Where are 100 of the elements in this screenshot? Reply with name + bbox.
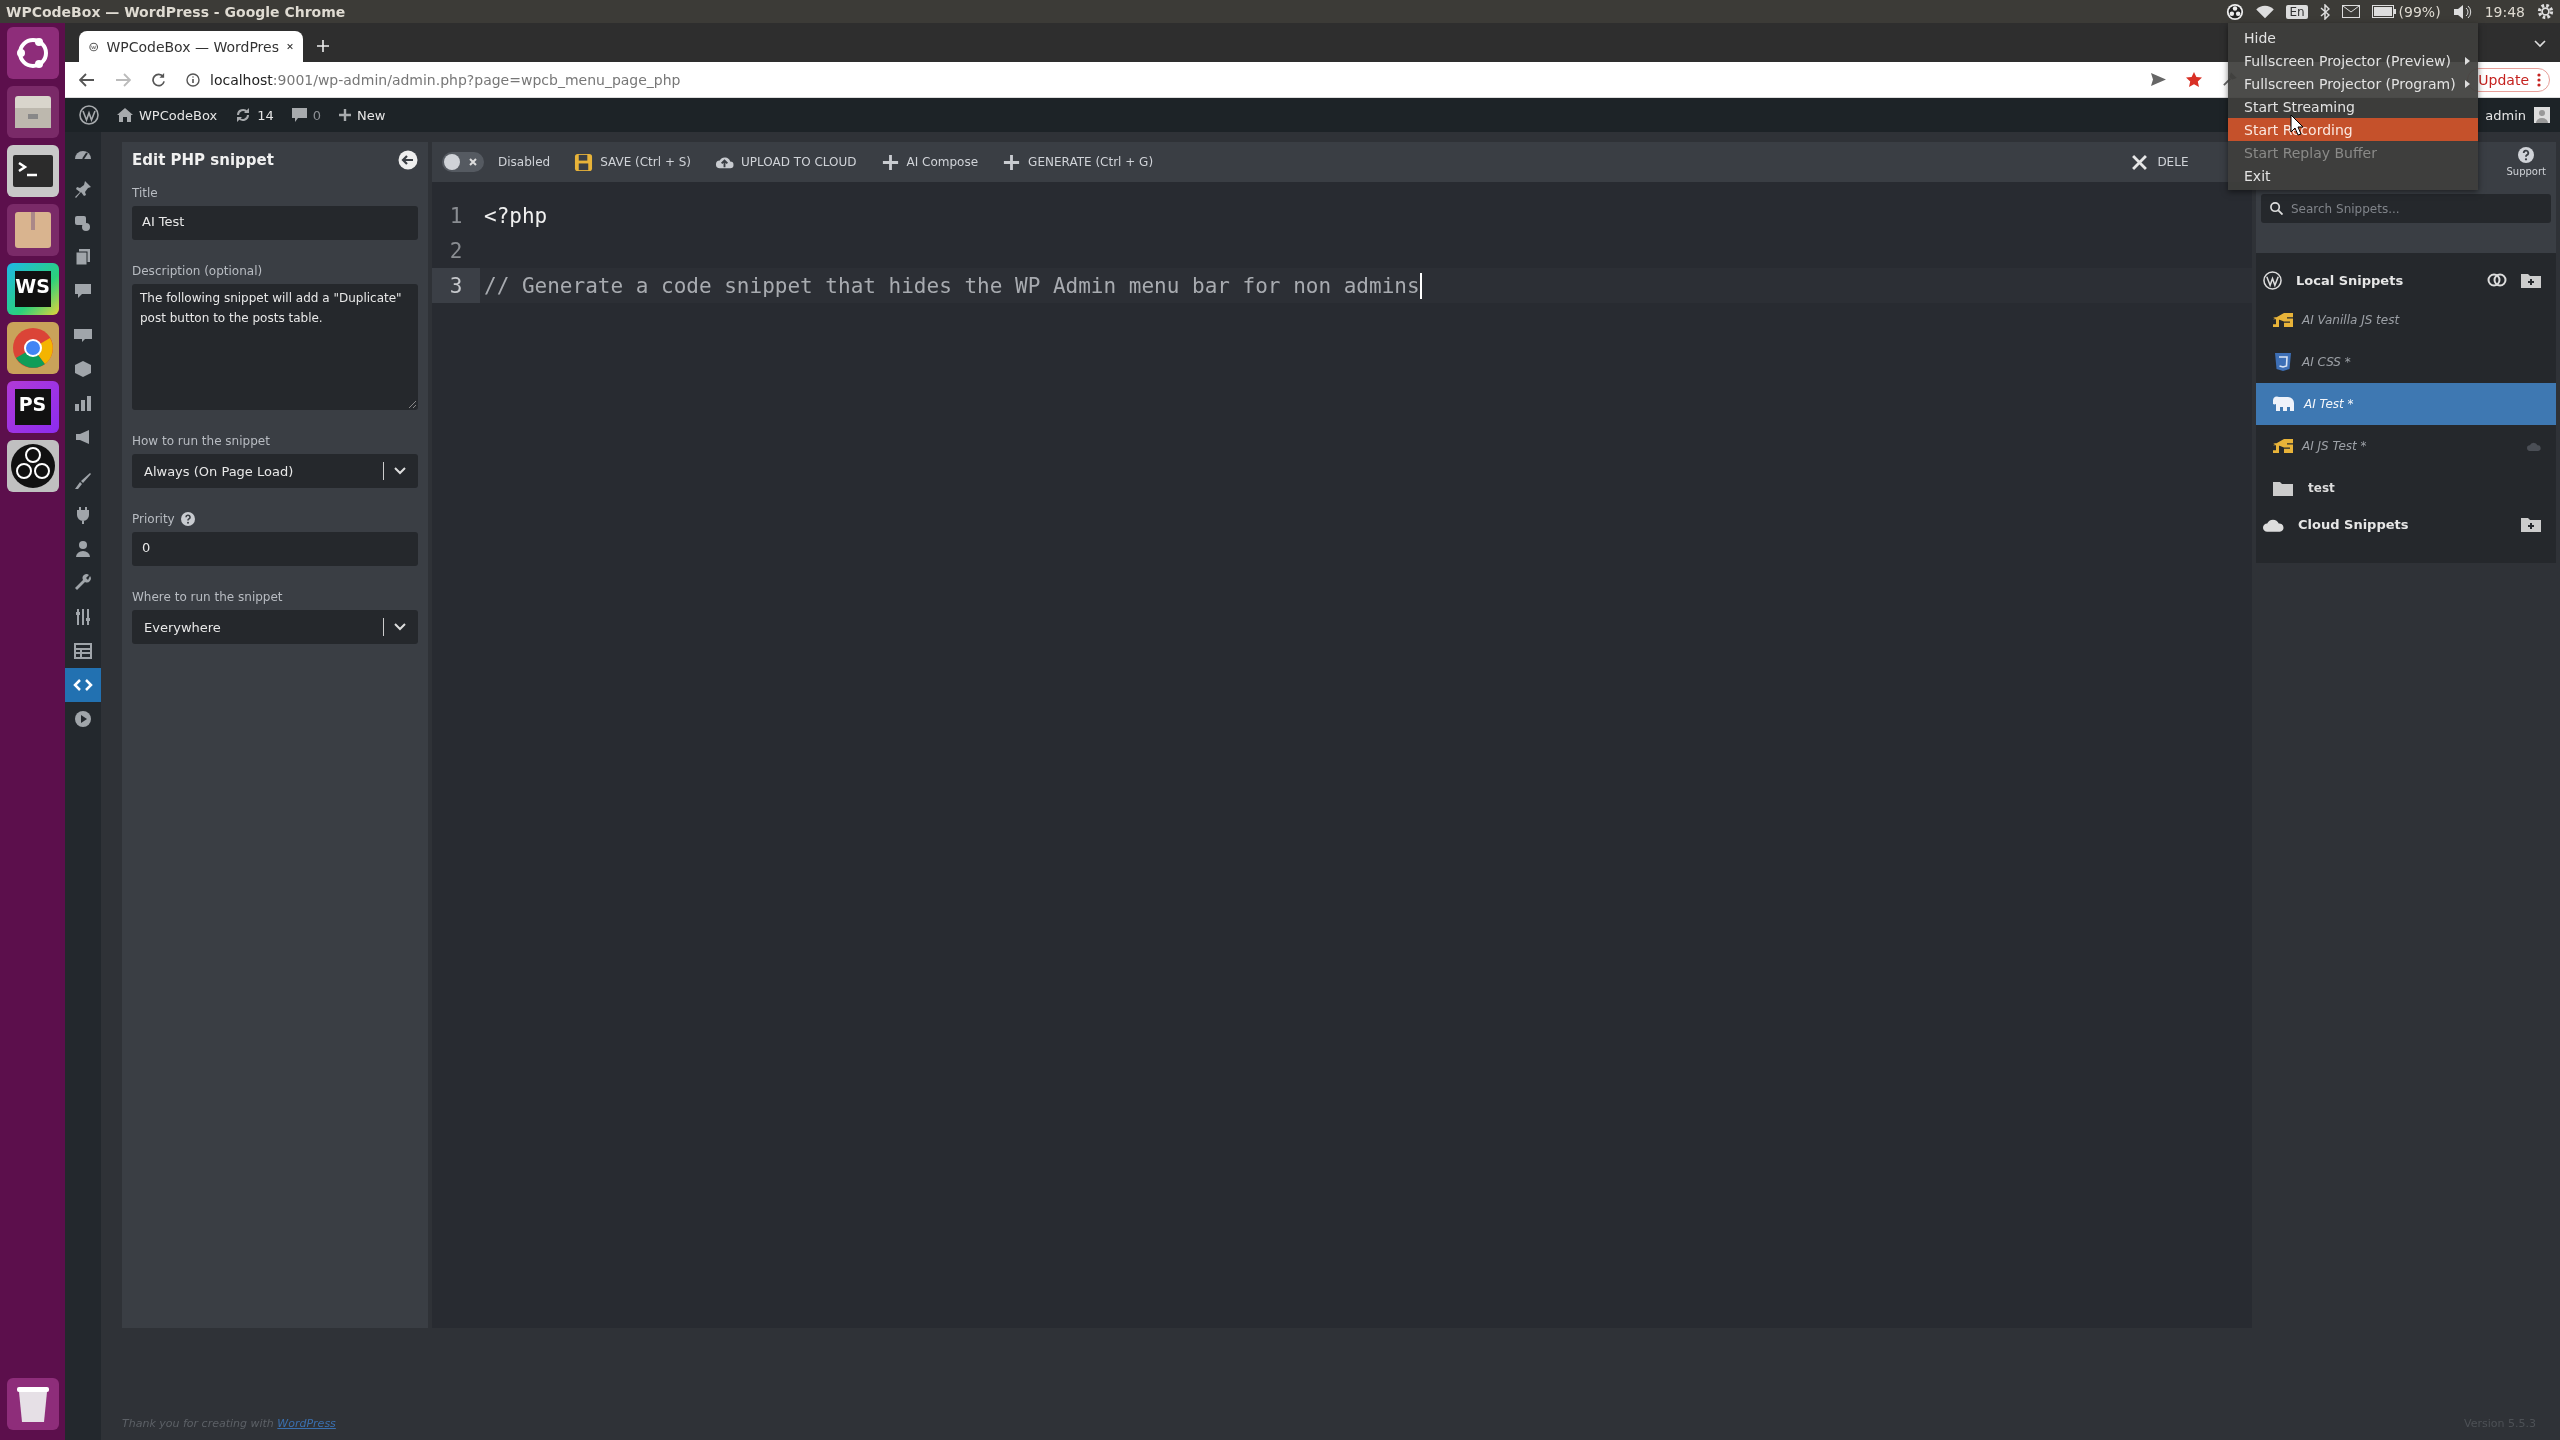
tab-title: WPCodeBox — WordPres xyxy=(106,38,279,55)
search-field[interactable]: Search Snippets... xyxy=(2261,194,2551,223)
line-number: 3 xyxy=(432,268,480,303)
wordpress-logo-icon[interactable] xyxy=(79,105,99,125)
bar-chart-icon xyxy=(73,393,93,413)
dropdown[interactable]: Everywhere xyxy=(132,610,418,644)
swirl-icon[interactable] xyxy=(6,440,59,492)
wordpress-logo-icon xyxy=(2263,270,2282,290)
delete-button[interactable]: DELE xyxy=(2132,154,2189,170)
folder-plus-icon[interactable] xyxy=(2521,272,2541,288)
back-arrow-icon[interactable] xyxy=(79,72,95,87)
play-icon xyxy=(73,709,93,729)
house-icon xyxy=(117,108,133,122)
snippet-item[interactable]: AI Vanilla JS test xyxy=(2256,299,2556,341)
terminal-icon[interactable] xyxy=(6,145,59,197)
toolbar-button[interactable]: GENERATE (Ctrl + G) xyxy=(1002,152,1154,172)
send-icon[interactable] xyxy=(2151,73,2167,86)
resize-grip-icon[interactable] xyxy=(408,400,416,408)
plus-icon xyxy=(338,109,351,121)
app-tile[interactable]: PS xyxy=(6,381,59,433)
new-tab-icon[interactable] xyxy=(317,40,329,52)
field-label: Title xyxy=(132,186,158,200)
search-icon xyxy=(2270,202,2283,215)
package-icon[interactable] xyxy=(6,204,59,256)
close-icon[interactable] xyxy=(286,42,293,51)
wifi-icon[interactable] xyxy=(2256,4,2275,19)
toolbar-button[interactable]: AI Compose xyxy=(880,152,979,172)
battery-icon[interactable] xyxy=(2371,5,2396,18)
menu-item[interactable]: Exit xyxy=(2228,164,2478,187)
refresh-icon xyxy=(235,107,252,123)
folder-plus-icon[interactable] xyxy=(2521,516,2541,532)
bluetooth-icon[interactable] xyxy=(2319,3,2330,20)
description-field[interactable]: The following snippet will add a "Duplicate" post button to the posts table. xyxy=(132,284,418,410)
app-tile[interactable]: WS xyxy=(6,263,59,315)
field-label: How to run the snippet xyxy=(132,434,270,448)
media-icon xyxy=(73,213,93,233)
section-title: Cloud Snippets xyxy=(2298,516,2409,532)
new-link[interactable]: New xyxy=(338,107,386,123)
menu-item[interactable]: Hide xyxy=(2228,26,2478,49)
user-link[interactable]: admin xyxy=(2485,107,2550,123)
snippet-name: AI Test * xyxy=(2304,397,2354,411)
envelope-icon[interactable] xyxy=(2341,5,2360,18)
submenu-arrow-icon xyxy=(2465,56,2470,65)
close-icon xyxy=(2132,154,2148,170)
chevron-down-icon xyxy=(394,623,406,631)
floppy-icon xyxy=(574,152,594,172)
toolbar-button[interactable]: SAVE (Ctrl + S) xyxy=(574,152,692,172)
toggle-circles-icon[interactable] xyxy=(2487,273,2507,287)
field-label: Description (optional) xyxy=(132,264,263,278)
menu-item[interactable]: Start Streaming xyxy=(2228,95,2478,118)
avatar-icon xyxy=(2534,107,2550,123)
snippet-item[interactable]: AI Test * xyxy=(2256,383,2556,425)
trash-icon[interactable] xyxy=(6,1378,59,1430)
box-icon xyxy=(73,359,93,379)
circle-logo-icon[interactable] xyxy=(6,27,59,79)
text-field[interactable]: 0 xyxy=(132,532,418,566)
submenu-arrow-icon xyxy=(2465,79,2470,88)
comment-icon xyxy=(291,108,307,122)
snippet-name: AI CSS * xyxy=(2302,355,2351,369)
star-icon[interactable] xyxy=(2186,71,2203,88)
keyboard-layout-indicator[interactable]: En xyxy=(2286,4,2308,19)
reload-icon[interactable] xyxy=(151,72,166,87)
comment-icon xyxy=(73,281,93,301)
text-cursor xyxy=(1419,272,1422,299)
color-wheel-icon[interactable] xyxy=(6,322,59,374)
address-field[interactable]: localhost:9001/wp-admin/admin.php?page=wpcb_menu_page_php xyxy=(186,65,2132,94)
chevron-down-icon[interactable] xyxy=(2534,40,2546,48)
snippet-item[interactable]: test xyxy=(2256,467,2556,509)
site-name-link[interactable]: WPCodeBox xyxy=(117,107,218,123)
snippet-item[interactable]: AI JS Test * xyxy=(2256,425,2556,467)
url-text: localhost:9001/wp-admin/admin.php?page=wpcb_menu_page_php xyxy=(210,71,681,88)
plus-icon xyxy=(1002,152,1022,172)
status-label: Disabled xyxy=(498,155,551,169)
drawer-icon[interactable] xyxy=(6,86,59,138)
comments-link[interactable]: 0 xyxy=(291,107,321,123)
wrench-icon xyxy=(73,573,93,593)
toolbar-button[interactable]: UPLOAD TO CLOUD xyxy=(715,152,857,172)
help-icon[interactable] xyxy=(180,512,195,526)
plus-icon xyxy=(880,152,900,172)
gear-icon[interactable] xyxy=(2537,3,2554,20)
updates-link[interactable]: 14 xyxy=(235,107,274,123)
snippet-item[interactable]: AI CSS * xyxy=(2256,341,2556,383)
speaker-icon[interactable] xyxy=(2452,3,2473,20)
admin-menu-item[interactable] xyxy=(65,668,101,702)
code-line: <?php xyxy=(483,203,548,228)
swirl-icon[interactable] xyxy=(2226,2,2245,21)
support-button[interactable]: Support xyxy=(2506,147,2546,177)
user-icon xyxy=(73,539,93,559)
text-field[interactable]: AI Test xyxy=(132,206,418,240)
elephant-icon xyxy=(2273,395,2295,413)
enable-toggle[interactable] xyxy=(442,152,484,172)
shield-icon xyxy=(2273,352,2293,372)
help-icon xyxy=(2518,147,2535,163)
dropdown[interactable]: Always (On Page Load) xyxy=(132,454,418,488)
browser-tab[interactable]: WPCodeBox — WordPres xyxy=(79,31,303,62)
kebab-menu-icon xyxy=(2537,72,2541,87)
clock[interactable]: 19:48 xyxy=(2484,3,2525,20)
snippet-name: AI Vanilla JS test xyxy=(2302,313,2400,327)
field-label: Priority xyxy=(132,512,175,526)
chevron-down-icon xyxy=(394,467,406,475)
